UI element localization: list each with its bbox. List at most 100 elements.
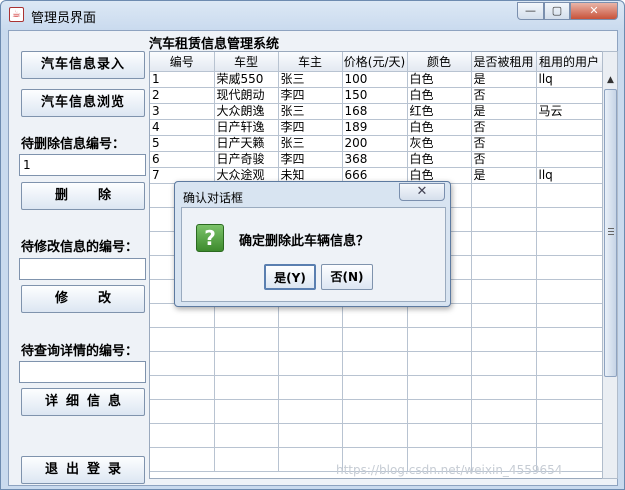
column-header[interactable]: 车主 xyxy=(278,52,343,72)
table-cell[interactable]: 368 xyxy=(342,151,408,168)
empty-table-row[interactable] xyxy=(150,351,602,376)
table-cell[interactable] xyxy=(214,327,279,352)
table-cell[interactable]: 日产奇骏 xyxy=(214,151,279,168)
table-cell[interactable]: 李四 xyxy=(278,151,343,168)
table-cell[interactable]: 否 xyxy=(471,135,537,152)
table-cell[interactable]: 否 xyxy=(471,119,537,136)
table-cell[interactable]: 3 xyxy=(150,103,215,120)
column-header[interactable]: 价格(元/天) xyxy=(342,52,408,72)
table-cell[interactable] xyxy=(150,399,215,424)
logout-button[interactable]: 退出登录 xyxy=(21,456,145,484)
table-cell[interactable] xyxy=(471,303,537,328)
maximize-button[interactable]: ▢ xyxy=(544,2,570,20)
table-row[interactable]: 1 荣威550 张三 100 白色是 llq xyxy=(150,71,602,88)
table-cell[interactable] xyxy=(150,351,215,376)
table-cell[interactable]: 李四 xyxy=(278,87,343,104)
delete-id-input[interactable]: 1 xyxy=(19,154,146,176)
table-cell[interactable] xyxy=(471,207,537,232)
table-cell[interactable] xyxy=(342,327,408,352)
table-cell[interactable]: 张三 xyxy=(278,103,343,120)
close-button[interactable]: ✕ xyxy=(570,2,618,20)
no-button[interactable]: 否(N) xyxy=(321,264,373,290)
empty-table-row[interactable] xyxy=(150,399,602,424)
table-cell[interactable]: 1 xyxy=(150,71,215,88)
query-id-input[interactable] xyxy=(19,361,146,383)
table-row[interactable]: 4 日产轩逸 李四 189 白色否 xyxy=(150,119,602,136)
table-cell[interactable] xyxy=(471,279,537,304)
table-cell[interactable] xyxy=(536,279,602,304)
column-header[interactable]: 租用的用户 xyxy=(536,52,602,72)
table-cell[interactable]: 否 xyxy=(471,151,537,168)
table-cell[interactable]: 灰色 xyxy=(407,135,472,152)
table-cell[interactable]: 150 xyxy=(342,87,408,104)
table-cell[interactable] xyxy=(471,375,537,400)
table-cell[interactable] xyxy=(150,447,215,472)
table-row[interactable]: 5 日产天籁 张三 200 灰色否 xyxy=(150,135,602,152)
table-cell[interactable] xyxy=(407,399,472,424)
scroll-thumb[interactable] xyxy=(604,89,617,377)
table-cell[interactable] xyxy=(407,327,472,352)
column-header[interactable]: 车型 xyxy=(214,52,279,72)
modify-id-input[interactable] xyxy=(19,258,146,280)
table-row[interactable]: 2 现代朗动 李四 150 白色否 xyxy=(150,87,602,104)
table-cell[interactable] xyxy=(150,327,215,352)
table-cell[interactable] xyxy=(214,423,279,448)
table-cell[interactable] xyxy=(150,375,215,400)
table-cell[interactable] xyxy=(278,423,343,448)
dialog-close-icon[interactable]: ✕ xyxy=(399,183,445,201)
table-cell[interactable]: 荣威550 xyxy=(214,71,279,88)
column-header[interactable]: 是否被租用 xyxy=(471,52,537,72)
table-cell[interactable]: 大众朗逸 xyxy=(214,103,279,120)
table-cell[interactable]: 2 xyxy=(150,87,215,104)
detail-button[interactable]: 详细信息 xyxy=(21,388,145,416)
yes-button[interactable]: 是(Y) xyxy=(264,264,316,290)
column-header[interactable]: 颜色 xyxy=(407,52,472,72)
table-cell[interactable]: llq xyxy=(536,167,602,184)
table-cell[interactable]: 100 xyxy=(342,71,408,88)
table-cell[interactable] xyxy=(214,399,279,424)
table-cell[interactable] xyxy=(342,351,408,376)
table-cell[interactable] xyxy=(536,183,602,208)
table-cell[interactable]: 日产轩逸 xyxy=(214,119,279,136)
table-cell[interactable]: 张三 xyxy=(278,71,343,88)
table-cell[interactable] xyxy=(536,135,602,152)
table-cell[interactable]: 168 xyxy=(342,103,408,120)
table-cell[interactable] xyxy=(536,351,602,376)
minimize-button[interactable]: — xyxy=(517,2,544,20)
table-cell[interactable] xyxy=(278,447,343,472)
table-cell[interactable]: 是 xyxy=(471,167,537,184)
table-cell[interactable] xyxy=(536,207,602,232)
modify-button[interactable]: 修改 xyxy=(21,285,145,313)
table-cell[interactable]: 李四 xyxy=(278,119,343,136)
table-cell[interactable] xyxy=(471,327,537,352)
table-cell[interactable]: 5 xyxy=(150,135,215,152)
table-cell[interactable]: 日产天籁 xyxy=(214,135,279,152)
table-cell[interactable] xyxy=(536,375,602,400)
table-cell[interactable]: 白色 xyxy=(407,87,472,104)
empty-table-row[interactable] xyxy=(150,375,602,400)
table-cell[interactable] xyxy=(536,399,602,424)
table-cell[interactable] xyxy=(407,423,472,448)
table-cell[interactable]: 否 xyxy=(471,87,537,104)
table-cell[interactable] xyxy=(278,351,343,376)
add-car-button[interactable]: 汽车信息录入 xyxy=(21,51,145,79)
table-cell[interactable] xyxy=(471,423,537,448)
table-cell[interactable]: 是 xyxy=(471,103,537,120)
table-cell[interactable] xyxy=(214,351,279,376)
empty-table-row[interactable] xyxy=(150,423,602,448)
table-cell[interactable] xyxy=(471,351,537,376)
table-cell[interactable] xyxy=(471,399,537,424)
table-cell[interactable] xyxy=(536,423,602,448)
table-cell[interactable] xyxy=(536,119,602,136)
table-cell[interactable] xyxy=(471,183,537,208)
table-cell[interactable] xyxy=(278,375,343,400)
table-cell[interactable]: 马云 xyxy=(536,103,602,120)
table-cell[interactable] xyxy=(214,447,279,472)
table-cell[interactable] xyxy=(407,351,472,376)
table-cell[interactable]: 白色 xyxy=(407,71,472,88)
table-scrollbar[interactable]: ▲ xyxy=(602,51,618,479)
table-cell[interactable]: 张三 xyxy=(278,135,343,152)
table-cell[interactable] xyxy=(150,423,215,448)
table-cell[interactable]: 现代朗动 xyxy=(214,87,279,104)
table-cell[interactable] xyxy=(342,423,408,448)
